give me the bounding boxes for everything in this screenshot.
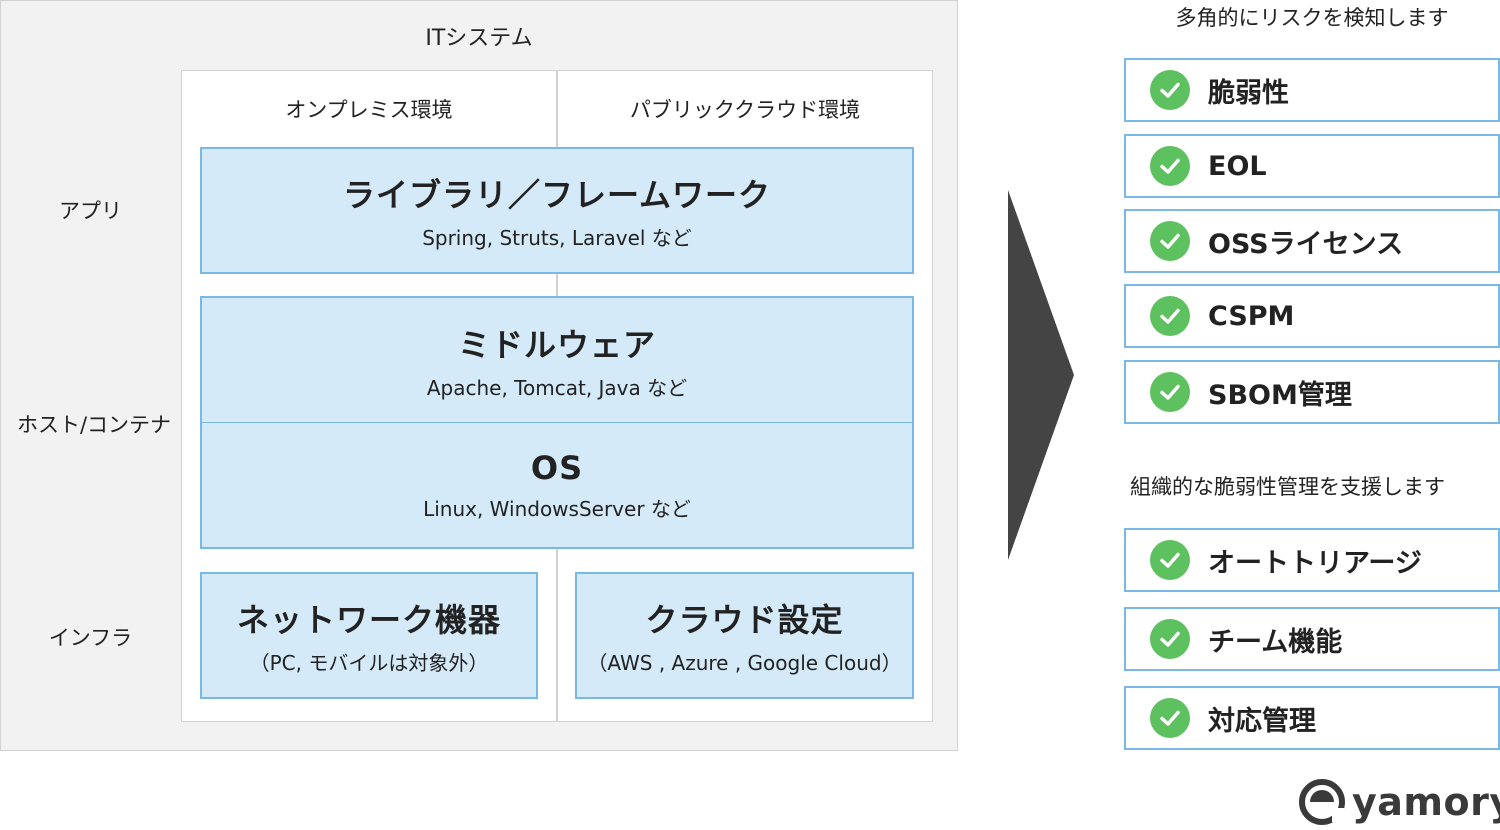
library-framework-box: ライブラリ／フレームワーク Spring, Struts, Laravel など bbox=[200, 147, 914, 274]
management-item-team: チーム機能 bbox=[1124, 607, 1500, 671]
yamory-logo-icon bbox=[1299, 779, 1345, 825]
network-device-title: ネットワーク機器 bbox=[236, 601, 501, 639]
detection-item-eol: EOL bbox=[1124, 134, 1500, 198]
row-label-app: アプリ bbox=[59, 199, 122, 223]
onpremise-label: オンプレミス環境 bbox=[285, 98, 453, 122]
check-icon bbox=[1150, 540, 1190, 580]
middleware-examples: Apache, Tomcat, Java など bbox=[426, 376, 688, 400]
detection-item-vulnerability: 脆弱性 bbox=[1124, 58, 1500, 122]
check-icon bbox=[1150, 146, 1190, 186]
detection-item-cspm: CSPM bbox=[1124, 284, 1500, 348]
management-item-label: 対応管理 bbox=[1208, 705, 1316, 737]
library-framework-examples: Spring, Struts, Laravel など bbox=[422, 226, 692, 250]
network-device-box: ネットワーク機器 （PC, モバイルは対象外） bbox=[200, 572, 538, 699]
it-system-title: ITシステム bbox=[425, 26, 533, 51]
check-icon bbox=[1150, 70, 1190, 110]
cloud-config-box: クラウド設定 （AWS , Azure , Google Cloud） bbox=[575, 572, 914, 699]
public-cloud-label: パブリッククラウド環境 bbox=[629, 98, 861, 122]
yamory-logo: yamory bbox=[1298, 778, 1500, 826]
cloud-config-examples: （AWS , Azure , Google Cloud） bbox=[587, 651, 902, 675]
cloud-config-title: クラウド設定 bbox=[645, 601, 844, 639]
management-item-response: 対応管理 bbox=[1124, 686, 1500, 750]
library-framework-title: ライブラリ／フレームワーク bbox=[342, 176, 772, 214]
network-device-note: （PC, モバイルは対象外） bbox=[249, 651, 489, 675]
management-item-label: オートトリアージ bbox=[1208, 547, 1422, 579]
os-examples: Linux, WindowsServer など bbox=[423, 496, 691, 521]
management-heading: 組織的な脆弱性管理を支援します bbox=[1130, 475, 1445, 499]
check-icon bbox=[1150, 619, 1190, 659]
yamory-logo-text: yamory bbox=[1352, 780, 1500, 824]
detection-item-label: EOL bbox=[1208, 150, 1267, 182]
detection-heading: 多角的にリスクを検知します bbox=[1175, 6, 1449, 30]
check-icon bbox=[1150, 698, 1190, 738]
middleware-title: ミドルウェア bbox=[457, 326, 656, 364]
check-icon bbox=[1150, 221, 1190, 261]
detection-item-label: SBOM管理 bbox=[1208, 379, 1352, 411]
row-label-infra: インフラ bbox=[48, 626, 133, 650]
detection-item-oss-license: OSSライセンス bbox=[1124, 209, 1500, 273]
check-icon bbox=[1150, 296, 1190, 336]
detection-item-label: OSSライセンス bbox=[1208, 228, 1404, 260]
detection-item-sbom: SBOM管理 bbox=[1124, 360, 1500, 424]
middleware-box: ミドルウェア Apache, Tomcat, Java など bbox=[200, 296, 914, 423]
management-item-auto-triage: オートトリアージ bbox=[1124, 528, 1500, 592]
os-box: OS Linux, WindowsServer など bbox=[200, 423, 914, 549]
detection-item-label: CSPM bbox=[1208, 300, 1295, 332]
detection-item-label: 脆弱性 bbox=[1208, 77, 1289, 109]
arrow-icon bbox=[1008, 190, 1074, 560]
check-icon bbox=[1150, 372, 1190, 412]
management-item-label: チーム機能 bbox=[1208, 626, 1343, 658]
os-title: OS bbox=[530, 448, 584, 487]
environment-divider-bottom bbox=[556, 548, 558, 722]
row-label-host-container: ホスト/コンテナ bbox=[16, 413, 172, 437]
environment-divider-mid bbox=[556, 273, 558, 297]
